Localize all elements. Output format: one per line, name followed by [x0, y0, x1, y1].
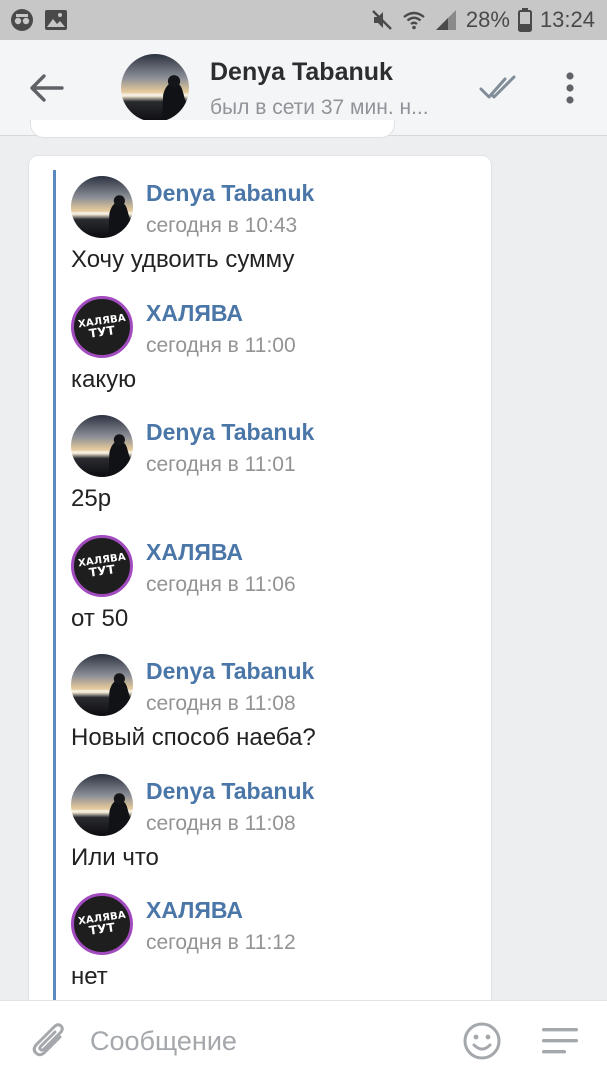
avatar[interactable]: ХАЛЯВА ТУТ — [71, 893, 133, 955]
spy-icon — [11, 9, 33, 31]
author-name[interactable]: ХАЛЯВА — [146, 897, 243, 924]
message-input[interactable] — [90, 1021, 430, 1061]
paperclip-icon[interactable] — [30, 1019, 70, 1063]
message-text: Или что — [71, 843, 159, 871]
logo-text: ТУТ — [87, 561, 116, 580]
signal-icon — [435, 10, 456, 30]
author-name[interactable]: ХАЛЯВА — [146, 539, 243, 566]
message-time: сегодня в 11:08 — [146, 811, 296, 835]
avatar[interactable] — [71, 176, 133, 238]
forwarded-message: Denya Tabanuk сегодня в 11:01 25р — [71, 415, 481, 535]
author-name[interactable]: Denya Tabanuk — [146, 180, 314, 207]
author-name[interactable]: Denya Tabanuk — [146, 419, 314, 446]
contact-name[interactable]: Denya Tabanuk — [210, 58, 393, 87]
message-time: сегодня в 10:43 — [146, 214, 298, 237]
message-time: сегодня в 11:00 — [146, 333, 296, 357]
author-name[interactable]: ХАЛЯВА — [146, 300, 243, 327]
back-arrow-icon[interactable] — [26, 68, 66, 108]
mute-icon — [372, 10, 392, 30]
message-text: Хочу удвоить сумму — [71, 246, 295, 273]
more-vertical-icon[interactable] — [556, 68, 584, 108]
message-bubble[interactable]: Denya Tabanuk сегодня в 10:43 Хочу удвоить… — [28, 155, 492, 1015]
logo-text: ТУТ — [87, 920, 116, 938]
message-time: сегодня в 11:06 — [146, 572, 296, 596]
author-name[interactable]: Denya Tabanuk — [146, 658, 314, 685]
forwarded-message: Denya Tabanuk сегодня в 11:08 Или что — [71, 774, 481, 894]
status-bar: 28% 13:24 — [0, 0, 607, 40]
avatar[interactable]: ХАЛЯВА ТУТ — [71, 534, 133, 597]
message-text: Новый способ наеба? — [71, 724, 316, 751]
wifi-icon — [403, 11, 425, 30]
forwarded-messages: Denya Tabanuk сегодня в 10:43 Хочу удвоить… — [71, 176, 481, 1013]
message-text: от 50 — [71, 604, 129, 632]
double-check-icon[interactable] — [478, 72, 518, 104]
logo-text: ТУТ — [87, 322, 116, 341]
avatar[interactable] — [71, 415, 133, 477]
smile-icon[interactable] — [462, 1021, 502, 1061]
avatar[interactable] — [71, 774, 133, 836]
avatar[interactable] — [71, 654, 133, 716]
forwarded-bar — [53, 170, 56, 1014]
keyboard-menu-icon[interactable] — [541, 1025, 579, 1057]
previous-message-bubble — [30, 120, 395, 138]
message-time: сегодня в 11:01 — [146, 453, 296, 476]
forwarded-message: ХАЛЯВА ТУТ ХАЛЯВА сегодня в 11:00 какую — [71, 295, 481, 416]
image-icon — [45, 10, 67, 30]
message-text: 25р — [71, 485, 112, 512]
message-time: сегодня в 11:12 — [146, 931, 296, 954]
message-time: сегодня в 11:08 — [146, 692, 296, 715]
avatar[interactable] — [121, 54, 189, 122]
last-seen-status: был в сети 37 мин. н... — [210, 96, 429, 119]
message-input-bar — [0, 1000, 607, 1080]
battery-level: 28% — [465, 7, 510, 32]
avatar[interactable]: ХАЛЯВА ТУТ — [71, 295, 133, 358]
forwarded-message: Denya Tabanuk сегодня в 10:43 Хочу удвоить… — [71, 176, 481, 296]
battery-icon — [517, 8, 532, 32]
message-text: нет — [71, 963, 108, 990]
forwarded-message: ХАЛЯВА ТУТ ХАЛЯВА сегодня в 11:06 от 50 — [71, 534, 481, 655]
message-text: какую — [71, 365, 137, 393]
author-name[interactable]: Denya Tabanuk — [146, 778, 314, 805]
clock: 13:24 — [539, 7, 595, 32]
forwarded-message: Denya Tabanuk сегодня в 11:08 Новый способ… — [71, 654, 481, 774]
forwarded-message: ХАЛЯВА ТУТ ХАЛЯВА сегодня в 11:12 нет — [71, 893, 481, 1013]
